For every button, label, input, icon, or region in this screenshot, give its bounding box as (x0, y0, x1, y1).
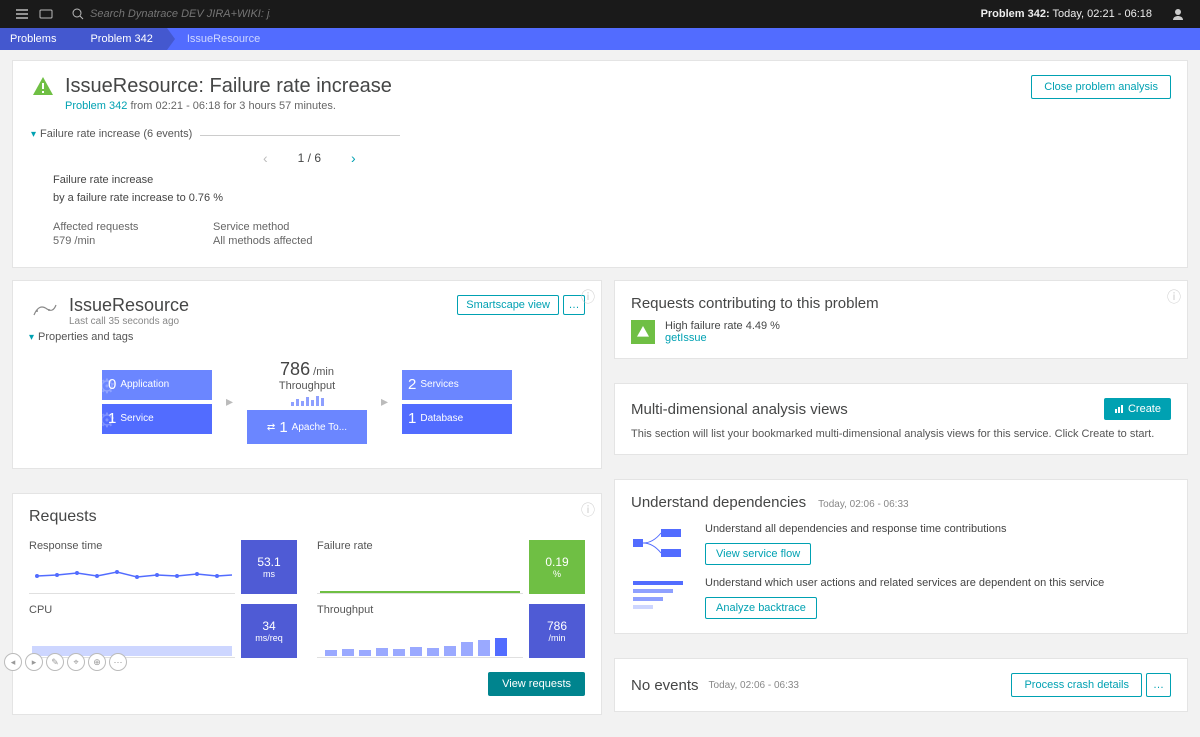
tile-service[interactable]: ⚙1Service (102, 404, 212, 434)
breadcrumb-root[interactable]: Problems (0, 28, 70, 50)
affected-requests-val: 579 /min (53, 235, 153, 247)
mda-description: This section will list your bookmarked m… (631, 428, 1171, 440)
timeframe-label[interactable]: Problem 342: Today, 02:21 - 06:18 (981, 8, 1152, 20)
throughput-label: 786 /min Throughput (247, 359, 367, 406)
properties-toggle[interactable]: Properties and tags (38, 331, 133, 343)
problem-id-label: Problem 342: (981, 8, 1050, 20)
events-collapse-label[interactable]: Failure rate increase (6 events) (40, 128, 192, 140)
warning-icon (631, 320, 655, 344)
view-requests-button[interactable]: View requests (488, 672, 585, 696)
service-card: ⓘ IssueResource Last call 35 seconds ago… (12, 280, 602, 469)
tile-apache[interactable]: ⇄ 1Apache To... (247, 410, 367, 444)
deps-title: Understand dependencies (631, 494, 806, 511)
search-icon[interactable] (66, 2, 90, 26)
problem-time-label: Today, 02:21 - 06:18 (1053, 8, 1152, 20)
event-line-2: by a failure rate increase to 0.76 % (53, 190, 1169, 208)
tile-database[interactable]: 1Database (402, 404, 512, 434)
service-method-val: All methods affected (213, 235, 313, 247)
metric-throughput[interactable]: Throughput 786/min (317, 604, 585, 658)
dep2-text: Understand which user actions and relate… (705, 577, 1104, 589)
service-icon (29, 295, 59, 325)
mda-title: Multi-dimensional analysis views (631, 401, 848, 418)
dashboard-icon[interactable] (34, 2, 58, 26)
pager-prev-icon[interactable]: ‹ (263, 150, 268, 166)
menu-icon[interactable] (10, 2, 34, 26)
tool-circle-5[interactable]: ⊕ (88, 653, 106, 671)
breadcrumb-leaf: IssueResource (167, 28, 274, 50)
chevron-down-icon[interactable]: ▾ (29, 332, 34, 343)
contrib-link[interactable]: getIssue (665, 332, 707, 344)
process-crash-details-button[interactable]: Process crash details (1011, 673, 1142, 697)
view-service-flow-button[interactable]: View service flow (705, 543, 811, 565)
tool-circle-6[interactable]: ⋯ (109, 653, 127, 671)
service-flow-diagram: ⚙0Application ⚙1Service ▸ 786 /min Throu… (13, 349, 601, 468)
affected-requests-key: Affected requests (53, 221, 153, 233)
service-subtitle: Last call 35 seconds ago (69, 316, 189, 327)
close-problem-analysis-button[interactable]: Close problem analysis (1031, 75, 1171, 99)
problem-title: IssueResource: Failure rate increase (65, 75, 392, 98)
response-time-sparkline (29, 558, 235, 594)
breadcrumb: Problems Problem 342 IssueResource (0, 28, 1200, 50)
pager-label: 1 / 6 (298, 151, 321, 165)
metric-response-time[interactable]: Response time 53.1ms (29, 540, 297, 594)
info-icon[interactable]: ⓘ (581, 287, 595, 307)
requests-panel: ⓘ Requests Response time 53.1ms Failure … (12, 493, 602, 715)
service-flow-icon (631, 523, 691, 563)
contrib-line: High failure rate 4.49 % (665, 320, 780, 332)
info-icon[interactable]: ⓘ (581, 500, 595, 520)
throughput-sparkline (247, 394, 367, 406)
chevron-down-icon[interactable]: ▾ (31, 129, 36, 140)
tool-circle-2[interactable]: ▸ (25, 653, 43, 671)
requests-title: Requests (29, 508, 585, 526)
problem-time-desc: from 02:21 - 06:18 for 3 hours 57 minute… (130, 100, 335, 112)
contributing-title: Requests contributing to this problem (631, 295, 1171, 312)
failure-rate-sparkline (317, 558, 523, 594)
arrow-icon: ▸ (381, 393, 388, 410)
metric-cpu[interactable]: CPU 34ms/req (29, 604, 297, 658)
analyze-backtrace-button[interactable]: Analyze backtrace (705, 597, 817, 619)
smartscape-view-button[interactable]: Smartscape view (457, 295, 559, 315)
problem-header-panel: IssueResource: Failure rate increase Pro… (12, 60, 1188, 268)
gear-icon: ⚙ (98, 374, 116, 399)
pager-next-icon[interactable]: › (351, 150, 356, 166)
divider (200, 135, 400, 136)
tool-circle-3[interactable]: ✎ (46, 653, 64, 671)
arrow-icon: ▸ (226, 393, 233, 410)
no-events-panel: No events Today, 02:06 - 06:33 Process c… (614, 658, 1188, 712)
tool-circle-1[interactable]: ◂ (4, 653, 22, 671)
contributing-requests-panel: ⓘ Requests contributing to this problem … (614, 280, 1188, 359)
no-events-title: No events (631, 677, 699, 694)
more-actions-button[interactable]: … (1146, 673, 1171, 697)
problem-link[interactable]: Problem 342 (65, 100, 127, 112)
metric-failure-rate[interactable]: Failure rate 0.19% (317, 540, 585, 594)
warning-icon (31, 75, 55, 99)
user-icon[interactable] (1166, 2, 1190, 26)
service-title: IssueResource (69, 295, 189, 316)
search-input[interactable] (90, 8, 270, 20)
bottom-toolbar: ◂ ▸ ✎ ⌖ ⊕ ⋯ (4, 653, 127, 671)
dependencies-panel: Understand dependencies Today, 02:06 - 0… (614, 479, 1188, 634)
service-method-key: Service method (213, 221, 313, 233)
no-events-timestamp: Today, 02:06 - 06:33 (709, 680, 799, 691)
info-icon[interactable]: ⓘ (1167, 287, 1181, 307)
tile-application[interactable]: ⚙0Application (102, 370, 212, 400)
backtrace-icon (631, 577, 691, 617)
topbar: Problem 342: Today, 02:21 - 06:18 (0, 0, 1200, 28)
chart-icon (1114, 404, 1124, 414)
throughput-sparkline (317, 622, 523, 658)
event-line-1: Failure rate increase (53, 172, 1169, 190)
tool-circle-4[interactable]: ⌖ (67, 653, 85, 671)
create-button[interactable]: Create (1104, 398, 1171, 420)
breadcrumb-mid[interactable]: Problem 342 (70, 28, 166, 50)
mda-panel: Multi-dimensional analysis views Create … (614, 383, 1188, 455)
dep1-text: Understand all dependencies and response… (705, 523, 1006, 535)
gear-icon: ⚙ (98, 408, 116, 433)
tile-services[interactable]: 2Services (402, 370, 512, 400)
deps-timestamp: Today, 02:06 - 06:33 (818, 499, 908, 510)
